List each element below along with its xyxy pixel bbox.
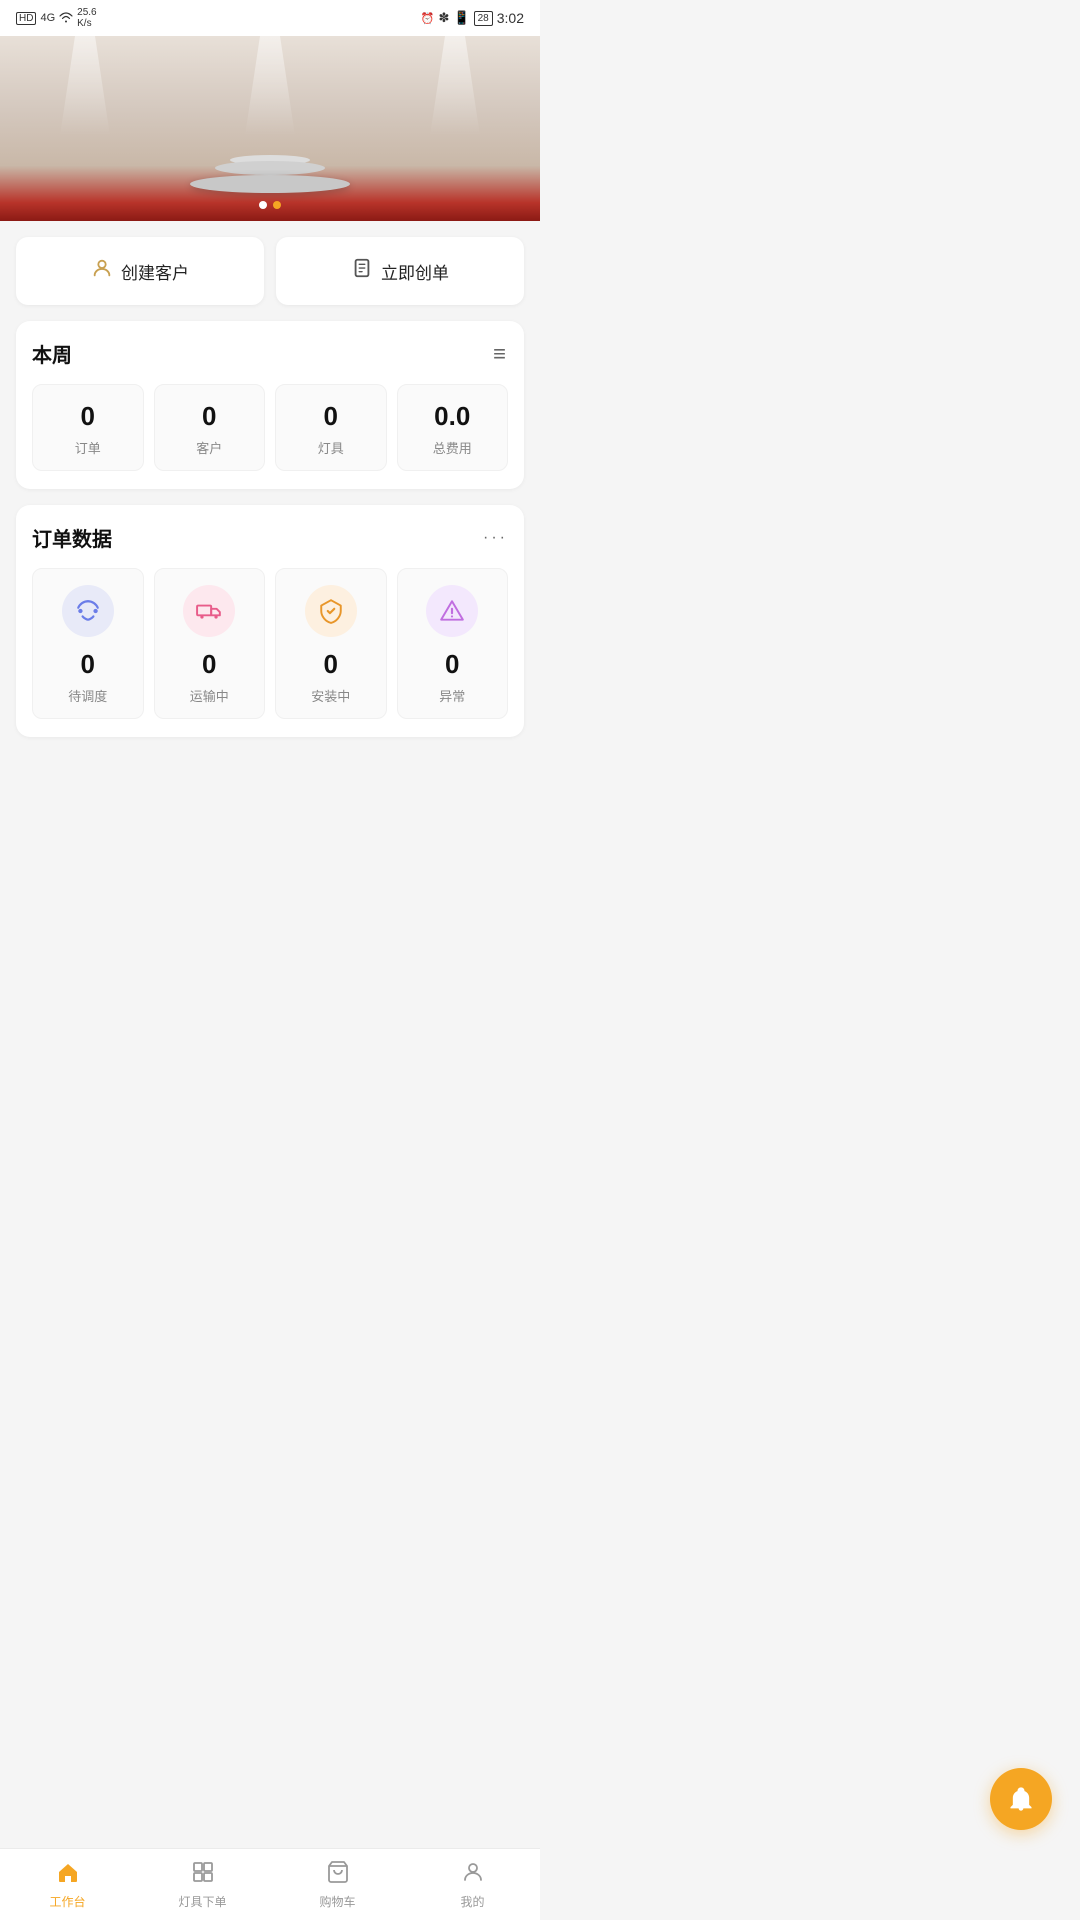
order-abnormal[interactable]: 0 异常: [397, 568, 509, 719]
spotlight-right: [430, 36, 480, 136]
nav-cart[interactable]: 购物车: [270, 1849, 405, 1920]
create-customer-label: 创建客户: [121, 259, 189, 284]
mine-icon: [461, 1860, 485, 1890]
stage-base: [190, 175, 350, 193]
status-hd: HD: [16, 12, 36, 25]
cart-icon: [326, 1860, 350, 1890]
nav-mine[interactable]: 我的: [405, 1849, 540, 1920]
stage-middle: [215, 161, 325, 175]
abnormal-label: 异常: [439, 689, 465, 704]
installing-icon-wrap: [305, 585, 357, 637]
order-in-transit[interactable]: 0 运输中: [154, 568, 266, 719]
installing-label: 安装中: [311, 689, 350, 704]
banner: [0, 36, 540, 221]
stat-customers-label: 客户: [196, 441, 222, 456]
mine-label: 我的: [460, 1893, 484, 1910]
this-week-section: 本周 ≡ 0 订单 0 客户 0 灯具 0.0 总费用: [16, 321, 524, 489]
stat-customers: 0 客户: [154, 384, 266, 471]
stat-total-cost-value: 0.0: [406, 401, 500, 432]
order-icon: [351, 257, 373, 285]
this-week-header: 本周 ≡: [32, 339, 508, 368]
time-display: 3:02: [497, 10, 524, 26]
stat-lights-label: 灯具: [318, 441, 344, 456]
stat-lights: 0 灯具: [275, 384, 387, 471]
status-bar: HD 4G 25.6K/s ⏰ ✽ 📱 28 3:02: [0, 0, 540, 36]
order-data-section: 订单数据 ··· 0 待调度: [16, 505, 524, 737]
installing-value: 0: [284, 649, 378, 680]
nav-lights-order[interactable]: 灯具下单: [135, 1849, 270, 1920]
abnormal-icon-wrap: [426, 585, 478, 637]
stat-total-cost-label: 总费用: [433, 441, 472, 456]
status-wifi: [59, 11, 73, 26]
stat-total-cost: 0.0 总费用: [397, 384, 509, 471]
order-data-grid: 0 待调度 0 运输中: [32, 568, 508, 719]
this-week-title: 本周: [32, 339, 72, 368]
nav-workbench[interactable]: 工作台: [0, 1849, 135, 1920]
create-customer-button[interactable]: 创建客户: [16, 237, 264, 305]
pending-value: 0: [41, 649, 135, 680]
stats-grid: 0 订单 0 客户 0 灯具 0.0 总费用: [32, 384, 508, 471]
this-week-menu-icon[interactable]: ≡: [493, 341, 508, 367]
cart-label: 购物车: [319, 1893, 355, 1910]
order-installing[interactable]: 0 安装中: [275, 568, 387, 719]
workbench-icon: [56, 1860, 80, 1890]
transit-icon-wrap: [183, 585, 235, 637]
customer-icon: [91, 257, 113, 285]
status-right: ⏰ ✽ 📱 28 3:02: [421, 10, 524, 26]
banner-dots: [259, 201, 281, 209]
lights-order-label: 灯具下单: [178, 1893, 226, 1910]
banner-dot-2: [273, 201, 281, 209]
status-speed: 25.6K/s: [77, 7, 96, 29]
order-data-title: 订单数据: [32, 523, 112, 552]
bottom-nav: 工作台 灯具下单 购物车 我的: [0, 1848, 540, 1920]
lights-order-icon: [191, 1860, 215, 1890]
order-data-more-icon[interactable]: ···: [483, 529, 508, 547]
status-signal: 4G: [40, 12, 55, 24]
create-order-button[interactable]: 立即创单: [276, 237, 524, 305]
stat-orders-label: 订单: [75, 441, 101, 456]
bluetooth-icon: ✽: [439, 10, 450, 26]
spotlight-center: [245, 36, 295, 136]
status-left: HD 4G 25.6K/s: [16, 7, 97, 29]
stat-orders-value: 0: [41, 401, 135, 432]
banner-stage: [190, 158, 350, 193]
abnormal-value: 0: [406, 649, 500, 680]
notification-fab[interactable]: [990, 1768, 1052, 1830]
order-data-header: 订单数据 ···: [32, 523, 508, 552]
alarm-icon: ⏰: [421, 12, 435, 25]
pending-label: 待调度: [68, 689, 107, 704]
stat-lights-value: 0: [284, 401, 378, 432]
banner-dot-1: [259, 201, 267, 209]
workbench-label: 工作台: [49, 1893, 85, 1910]
transit-label: 运输中: [190, 689, 229, 704]
order-pending[interactable]: 0 待调度: [32, 568, 144, 719]
stat-orders: 0 订单: [32, 384, 144, 471]
pending-icon-wrap: [62, 585, 114, 637]
spotlight-left: [60, 36, 110, 136]
quick-actions: 创建客户 立即创单: [0, 221, 540, 321]
create-order-label: 立即创单: [381, 259, 449, 284]
battery-icon: 28: [474, 11, 493, 26]
phone-icon: 📱: [453, 10, 469, 26]
transit-value: 0: [163, 649, 257, 680]
stat-customers-value: 0: [163, 401, 257, 432]
